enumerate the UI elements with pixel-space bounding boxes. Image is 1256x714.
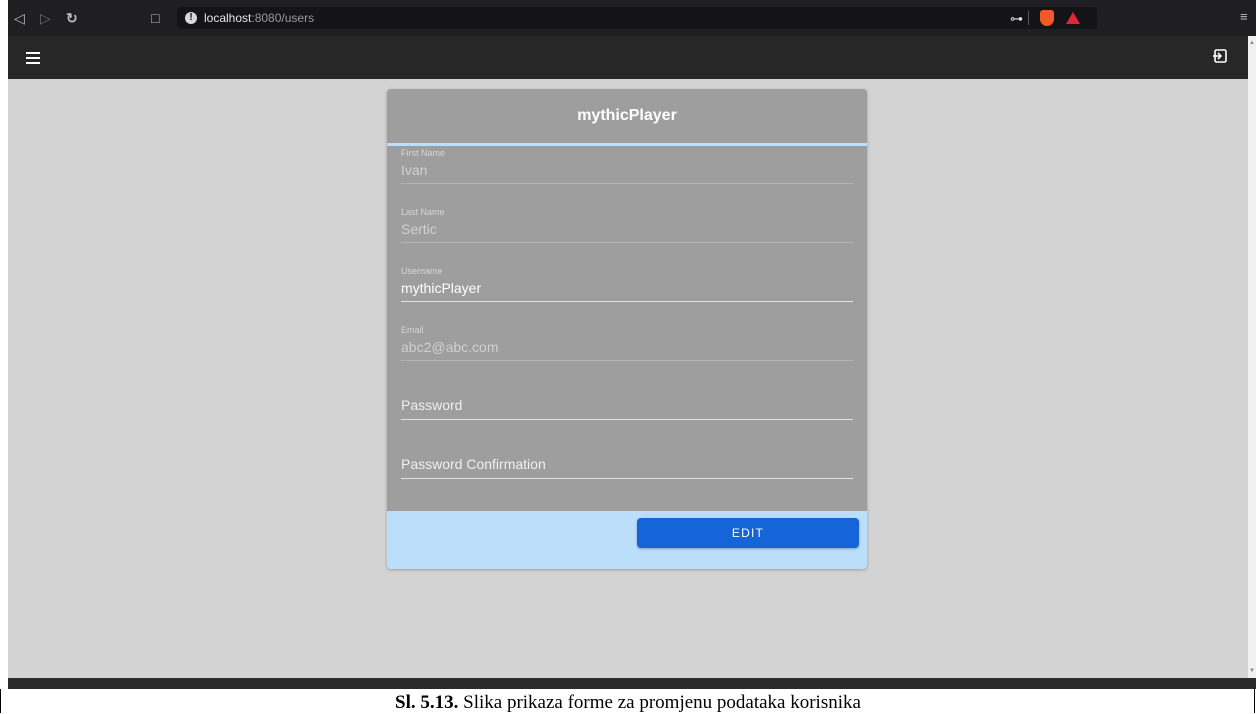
bookmark-icon[interactable]: □ bbox=[151, 11, 159, 25]
figure-caption: Sl. 5.13. Slika prikaza forme za promjen… bbox=[0, 692, 1256, 714]
last-name-label: Last Name bbox=[401, 207, 445, 217]
email-value[interactable]: abc2@abc.com bbox=[401, 339, 853, 357]
first-name-label: First Name bbox=[401, 148, 446, 158]
app-bar bbox=[8, 36, 1248, 79]
last-name-value[interactable]: Sertic bbox=[401, 221, 853, 239]
password-confirmation-field[interactable]: Password Confirmation bbox=[401, 456, 853, 479]
scroll-up-icon[interactable]: ▲ bbox=[1249, 40, 1255, 46]
back-arrow-icon[interactable]: ◁ bbox=[14, 11, 25, 25]
header-divider bbox=[387, 143, 867, 146]
url-path: :8080/users bbox=[251, 11, 315, 25]
password-field[interactable]: Password bbox=[401, 397, 853, 420]
bottom-bar bbox=[8, 678, 1256, 689]
email-field[interactable]: Email abc2@abc.com bbox=[401, 325, 853, 361]
browser-toolbar: ◁ ▷ ↻ □ ! localhost:8080/users ⊶ ≡ bbox=[8, 0, 1256, 36]
email-label: Email bbox=[401, 325, 424, 335]
field-underline bbox=[401, 419, 853, 420]
address-bar[interactable]: ! localhost:8080/users ⊶ bbox=[177, 7, 1097, 29]
menu-icon[interactable]: ≡ bbox=[1240, 9, 1248, 24]
url-text: localhost:8080/users bbox=[204, 11, 314, 25]
info-icon[interactable]: ! bbox=[185, 12, 197, 24]
brave-shield-icon[interactable] bbox=[1040, 10, 1054, 26]
first-name-value[interactable]: Ivan bbox=[401, 162, 853, 180]
username-label: Username bbox=[401, 266, 443, 276]
field-underline bbox=[401, 183, 853, 184]
first-name-field[interactable]: First Name Ivan bbox=[401, 148, 853, 184]
caption-text: Slika prikaza forme za promjenu podataka… bbox=[458, 692, 861, 713]
card-actions: EDIT bbox=[387, 511, 867, 569]
scroll-down-icon[interactable]: ▼ bbox=[1249, 668, 1255, 674]
field-underline bbox=[401, 478, 853, 479]
password-placeholder[interactable]: Password bbox=[401, 397, 853, 413]
forward-arrow-icon[interactable]: ▷ bbox=[40, 11, 51, 25]
scrollbar[interactable] bbox=[1248, 36, 1256, 678]
field-underline bbox=[401, 360, 853, 361]
rewards-icon[interactable] bbox=[1066, 12, 1080, 24]
url-host: localhost bbox=[204, 11, 252, 25]
field-underline bbox=[401, 242, 853, 243]
field-underline bbox=[401, 301, 853, 302]
caption-number: Sl. 5.13. bbox=[395, 692, 459, 713]
card-title: mythicPlayer bbox=[577, 107, 677, 124]
edit-button[interactable]: EDIT bbox=[637, 518, 859, 548]
reload-icon[interactable]: ↻ bbox=[66, 11, 78, 25]
logout-icon[interactable] bbox=[1212, 48, 1228, 64]
last-name-field[interactable]: Last Name Sertic bbox=[401, 207, 853, 243]
browser-window: ◁ ▷ ↻ □ ! localhost:8080/users ⊶ ≡ ▲ ▼ m… bbox=[8, 0, 1256, 689]
username-field[interactable]: Username mythicPlayer bbox=[401, 266, 853, 302]
username-value[interactable]: mythicPlayer bbox=[401, 280, 853, 298]
user-edit-card: mythicPlayer First Name Ivan Last Name S… bbox=[387, 89, 867, 569]
divider bbox=[1028, 11, 1029, 25]
password-confirmation-placeholder[interactable]: Password Confirmation bbox=[401, 456, 853, 472]
hamburger-icon[interactable] bbox=[26, 52, 40, 64]
key-icon[interactable]: ⊶ bbox=[1010, 11, 1023, 27]
